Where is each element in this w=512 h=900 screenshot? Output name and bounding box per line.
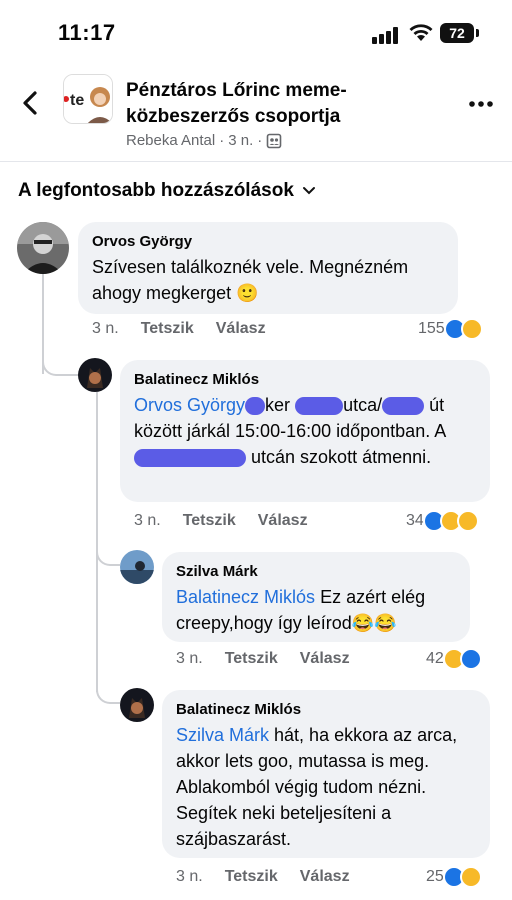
comment-sort-label: A legfontosabb hozzászólások [18, 180, 294, 201]
thread-line-curve-1 [42, 362, 78, 376]
comment-actions: 3 n. Tetszik Válasz [92, 320, 288, 338]
thread-line-curve-3 [96, 690, 120, 704]
group-logo-image: te [64, 75, 112, 123]
comment-actions: 3 n. Tetszik Válasz [176, 868, 372, 886]
comment-author[interactable]: Balatinecz Miklós [176, 700, 476, 720]
post-meta: Rebeka Antal · 3 n. · [126, 132, 282, 149]
comment-text: Balatinecz Miklós Ez azért elég creepy,h… [176, 584, 456, 636]
reaction-count: 34 [406, 512, 424, 529]
reply-button[interactable]: Válasz [258, 512, 308, 530]
redaction-mark [134, 449, 246, 468]
battery-indicator: 72 [440, 23, 474, 43]
comment-text: Orvos György ker utca/ út között járkál 1… [134, 392, 476, 470]
haha-reaction-icon [459, 866, 482, 888]
comment-author[interactable]: Szilva Márk [176, 562, 456, 582]
avatar-image [120, 550, 154, 584]
comment-text: Szilva Márk hát, ha ekkora az arca, akko… [176, 722, 476, 852]
chevron-down-icon [302, 187, 315, 195]
comment-bubble: Balatinecz Miklós Szilva Márk hát, ha ek… [162, 690, 490, 858]
haha-reaction-icon [460, 318, 483, 340]
like-button[interactable]: Tetszik [183, 512, 236, 530]
redaction-mark [382, 397, 425, 416]
avatar[interactable] [120, 688, 154, 722]
more-options-icon[interactable] [468, 100, 494, 108]
redaction-mark [245, 397, 266, 416]
battery-tip [476, 29, 479, 37]
comment-age[interactable]: 3 n. [176, 650, 203, 668]
post-age[interactable]: 3 n. [228, 132, 253, 149]
back-arrow-icon[interactable] [18, 88, 44, 118]
reaction-count: 42 [426, 650, 444, 667]
text-fragment: utca/ [343, 395, 383, 415]
text-fragment: között járkál 15:00-16:00 időpontban. A [134, 421, 446, 441]
wow-reaction-icon [456, 510, 479, 532]
reply-button[interactable]: Válasz [300, 868, 350, 886]
mention-link[interactable]: Balatinecz Miklós [176, 587, 315, 607]
avatar[interactable] [78, 358, 112, 392]
reply-button[interactable]: Válasz [300, 650, 350, 668]
signal-icon [372, 26, 402, 44]
comment-age[interactable]: 3 n. [176, 868, 203, 886]
post-header: te Pénztáros Lőrinc meme-közbeszerzős cs… [0, 62, 512, 162]
meta-separator-2: · [257, 132, 263, 149]
mention-link[interactable]: Szilva Márk [176, 725, 269, 745]
avatar[interactable] [120, 550, 154, 584]
text-fragment: ker [265, 395, 291, 415]
comment-bubble: Orvos György Szívesen találkoznék vele. … [78, 222, 458, 314]
avatar-image [78, 358, 112, 392]
group-title[interactable]: Pénztáros Lőrinc meme-közbeszerzős csopo… [126, 78, 456, 130]
comment-age[interactable]: 3 n. [134, 512, 161, 530]
group-avatar[interactable]: te [63, 74, 113, 124]
reaction-summary[interactable]: 25 [426, 866, 482, 888]
thread-line-curve-2 [96, 552, 120, 566]
wifi-icon [409, 24, 433, 41]
status-bar: 11:17 72 [0, 0, 512, 62]
like-button[interactable]: Tetszik [141, 320, 194, 338]
like-button[interactable]: Tetszik [225, 650, 278, 668]
mention-link[interactable]: Orvos György [134, 395, 245, 415]
like-reaction-icon [459, 648, 482, 670]
thread-line-reply [96, 392, 98, 692]
comment-sort-dropdown[interactable]: A legfontosabb hozzászólások [18, 180, 316, 202]
like-button[interactable]: Tetszik [225, 868, 278, 886]
comment-bubble: Balatinecz Miklós Orvos György ker utca/ … [120, 360, 490, 502]
comment-bubble: Szilva Márk Balatinecz Miklós Ez azért e… [162, 552, 470, 642]
avatar-image [17, 222, 69, 274]
reply-button[interactable]: Válasz [216, 320, 266, 338]
thread-line-main [42, 274, 44, 374]
text-fragment: út [429, 395, 445, 415]
text-fragment: utcán szokott átmenni. [251, 447, 432, 467]
meta-separator: · [219, 132, 225, 149]
avatar[interactable] [17, 222, 69, 274]
reaction-count: 155 [418, 320, 445, 337]
reaction-summary[interactable]: 155 [418, 318, 483, 340]
comment-age[interactable]: 3 n. [92, 320, 119, 338]
comment-author[interactable]: Orvos György [92, 232, 444, 252]
comment-author[interactable]: Balatinecz Miklós [134, 370, 476, 390]
comment-actions: 3 n. Tetszik Válasz [176, 650, 372, 668]
reaction-count: 25 [426, 868, 444, 885]
comment-actions: 3 n. Tetszik Válasz [134, 512, 330, 530]
post-author[interactable]: Rebeka Antal [126, 132, 215, 149]
reaction-summary[interactable]: 34 [406, 510, 479, 532]
status-time: 11:17 [58, 20, 116, 45]
reaction-summary[interactable]: 42 [426, 648, 482, 670]
svg-text:te: te [70, 92, 84, 109]
avatar-image [120, 688, 154, 722]
comment-text: Szívesen találkoznék vele. Megnézném aho… [92, 257, 409, 303]
redaction-mark [295, 397, 344, 416]
group-privacy-icon [266, 133, 282, 148]
